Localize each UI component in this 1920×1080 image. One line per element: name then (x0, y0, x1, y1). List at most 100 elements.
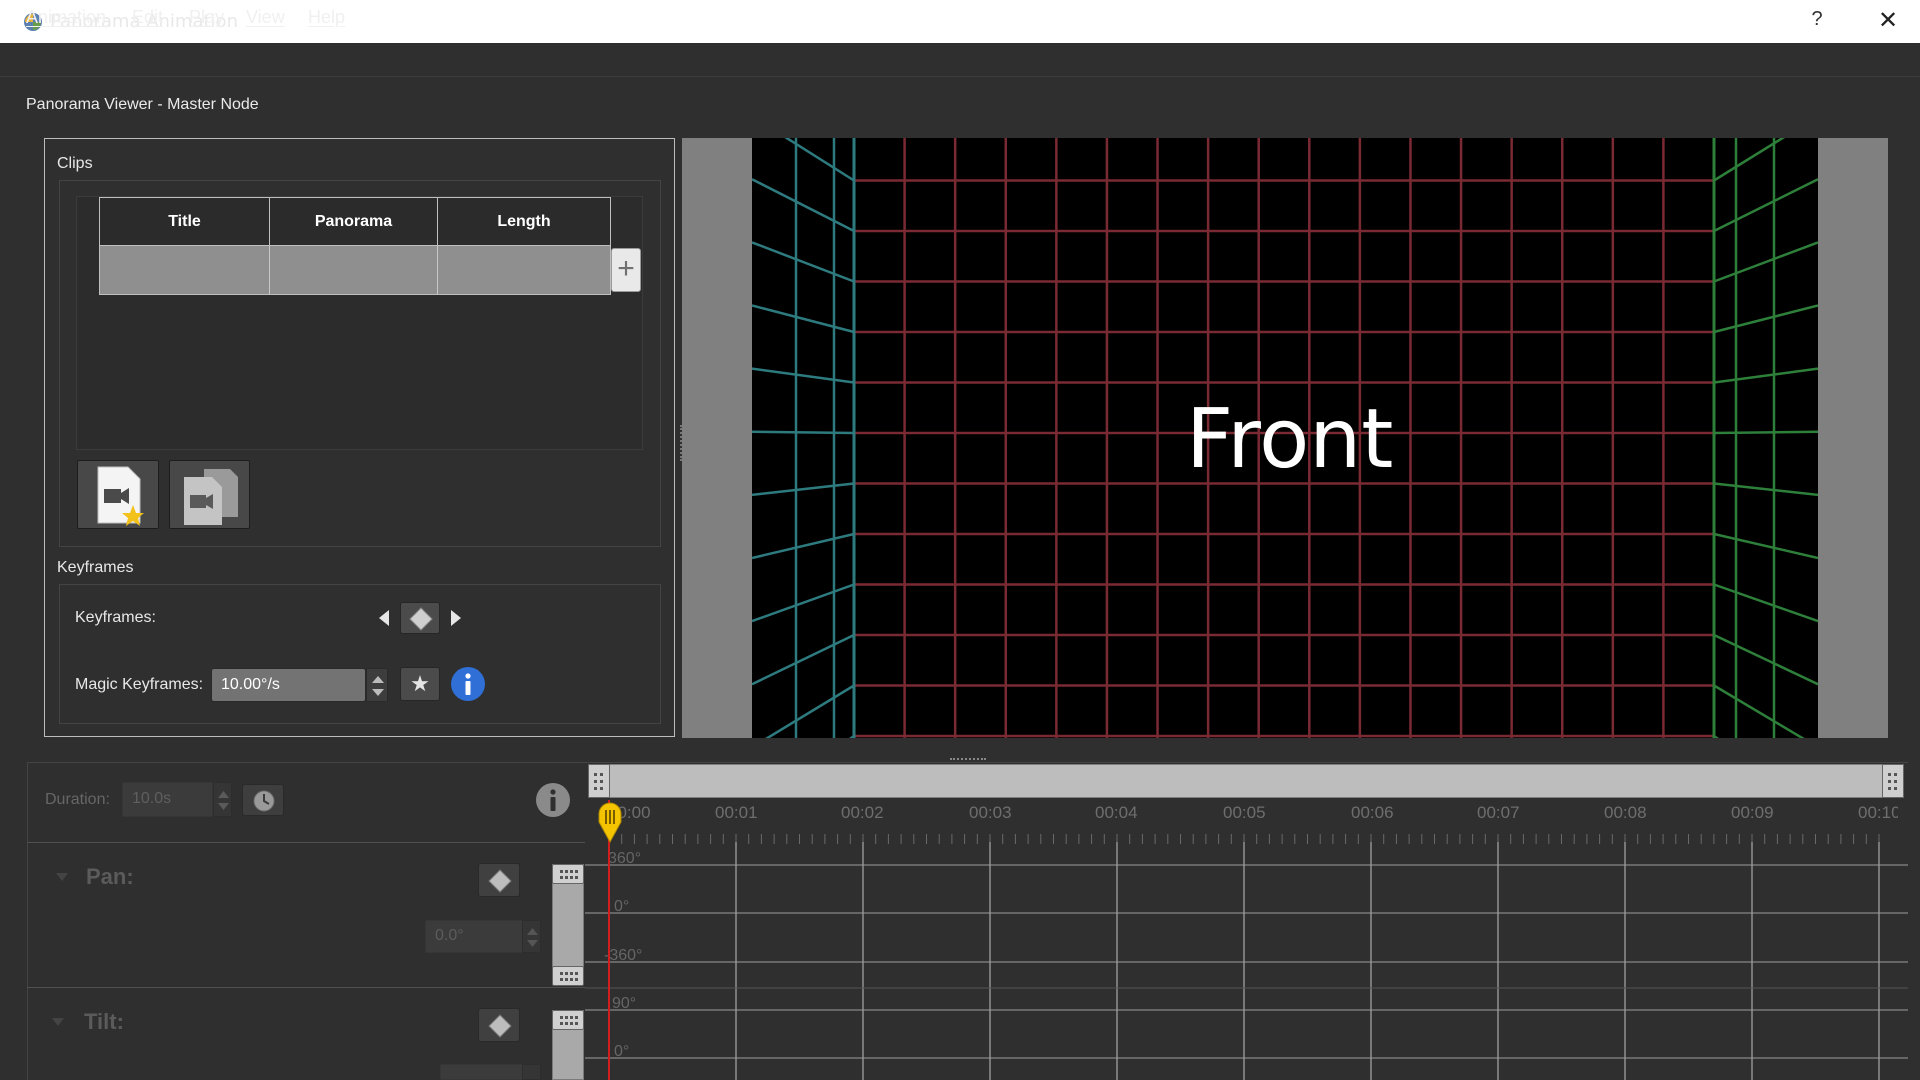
spinner-arrows-icon (527, 928, 538, 947)
viewer-title: Panorama Viewer - Master Node (26, 96, 259, 113)
keyframes-frame (59, 584, 661, 724)
tilt-value-spinner[interactable] (522, 1064, 541, 1080)
column-title[interactable]: Title (100, 198, 270, 245)
time-range-bar[interactable] (588, 764, 1904, 798)
grid-line (752, 304, 855, 334)
menu-edit[interactable]: Edit (132, 7, 163, 28)
pan-curve-label: 360° (608, 850, 642, 867)
duplicate-clip-button[interactable] (169, 460, 250, 529)
track-separator (27, 987, 585, 988)
grid-line (752, 178, 855, 233)
tick-label: 00:06 (1351, 803, 1394, 822)
clips-table-header: Title Panorama Length (99, 197, 611, 246)
pan-value-input[interactable]: 0.0° (425, 920, 523, 953)
info-icon[interactable] (450, 666, 486, 702)
magic-keyframes-spinner[interactable] (366, 668, 388, 702)
duration-clock-button[interactable] (242, 784, 284, 816)
grid-line (1713, 633, 1818, 686)
grid-line (1713, 304, 1818, 334)
cell-panorama[interactable] (270, 246, 438, 294)
grid-line (752, 532, 855, 560)
table-row[interactable] (99, 245, 611, 295)
duration-info-icon[interactable] (535, 782, 571, 818)
pan-curve-label: 0° (614, 898, 630, 915)
tick-label: 00:10 (1858, 803, 1898, 822)
pan-collapse-icon[interactable] (55, 872, 69, 882)
close-button[interactable]: ✕ (1874, 6, 1902, 36)
tick-label: 00:08 (1604, 803, 1647, 822)
magic-keyframe-star-button[interactable]: ★ (400, 667, 440, 701)
grip-icon (560, 972, 578, 981)
grip-icon (594, 773, 603, 790)
tilt-curve-label: 0° (614, 1043, 630, 1060)
range-end-handle[interactable] (1882, 764, 1904, 798)
magic-keyframes-label: Magic Keyframes: (75, 676, 204, 693)
tick-label: 00:05 (1223, 803, 1266, 822)
range-start-handle[interactable] (588, 764, 610, 798)
grid-line (1713, 138, 1786, 182)
playhead-handle[interactable] (597, 800, 623, 844)
grid-line (1713, 178, 1818, 233)
keyframes-group-label: Keyframes (57, 559, 134, 576)
grid-line (752, 430, 855, 435)
tick-label: 00:07 (1477, 803, 1520, 822)
grid-line (752, 241, 855, 283)
keyframe-diamond-icon (488, 869, 512, 893)
pan-value-spinner[interactable] (522, 920, 541, 953)
tick-label: 00:01 (715, 803, 758, 822)
pan-scroll-handle-top[interactable] (552, 864, 584, 884)
magic-keyframes-input[interactable] (211, 668, 366, 702)
face-label: Front (1186, 392, 1394, 487)
menu-play[interactable]: Play (189, 7, 224, 28)
add-clip-button[interactable]: + (611, 248, 641, 292)
grid-line (1713, 482, 1818, 497)
tilt-keyframe-button[interactable] (478, 1008, 520, 1042)
grid-line (752, 367, 855, 384)
track-separator (27, 842, 585, 843)
tilt-scroll-handle-top[interactable] (552, 1010, 584, 1030)
grip-icon (560, 1016, 578, 1025)
grid-line (752, 482, 855, 497)
cell-length[interactable] (438, 246, 610, 294)
tilt-value-input[interactable] (440, 1064, 523, 1080)
grid-line (1713, 684, 1805, 738)
help-button[interactable]: ? (1806, 8, 1828, 34)
duration-input[interactable]: 10.0s (122, 782, 213, 817)
column-panorama[interactable]: Panorama (270, 198, 438, 245)
clock-icon (253, 790, 275, 812)
tilt-curve-label: 90° (612, 995, 637, 1012)
menu-animation[interactable]: Animation (26, 7, 106, 28)
tick-label: 00:04 (1095, 803, 1138, 822)
grid-line (752, 633, 855, 686)
grid-line (765, 684, 855, 738)
grid-line (1713, 532, 1818, 560)
grid-line (784, 138, 855, 182)
menu-view[interactable]: View (246, 7, 285, 28)
grid-line (752, 583, 855, 623)
cell-title[interactable] (100, 246, 270, 294)
keyframes-label: Keyframes: (75, 609, 156, 626)
tick-label: 00:09 (1731, 803, 1774, 822)
pan-scroll-handle-bottom[interactable] (552, 966, 584, 986)
grip-icon (560, 870, 578, 879)
menu-help[interactable]: Help (308, 7, 345, 28)
title-bar (0, 0, 1920, 43)
prev-keyframe-button[interactable] (376, 608, 392, 628)
grid-line (1713, 241, 1818, 283)
menu-bar (0, 43, 1920, 77)
keyframe-diamond-icon (409, 607, 433, 631)
grip-icon (1888, 773, 1897, 790)
tilt-collapse-icon[interactable] (51, 1017, 65, 1027)
tick-label: 00:03 (969, 803, 1012, 822)
column-length[interactable]: Length (438, 198, 610, 245)
spinner-arrows-icon (372, 676, 384, 696)
add-keyframe-button[interactable] (400, 602, 440, 634)
new-clip-icon (97, 466, 144, 526)
grid-line (1713, 430, 1818, 435)
new-clip-button[interactable] (77, 460, 159, 529)
tilt-track-label: Tilt: (84, 1009, 124, 1034)
duration-spinner[interactable] (213, 782, 232, 817)
pan-keyframe-button[interactable] (478, 863, 520, 897)
clips-group-label: Clips (57, 155, 93, 172)
next-keyframe-button[interactable] (448, 608, 464, 628)
